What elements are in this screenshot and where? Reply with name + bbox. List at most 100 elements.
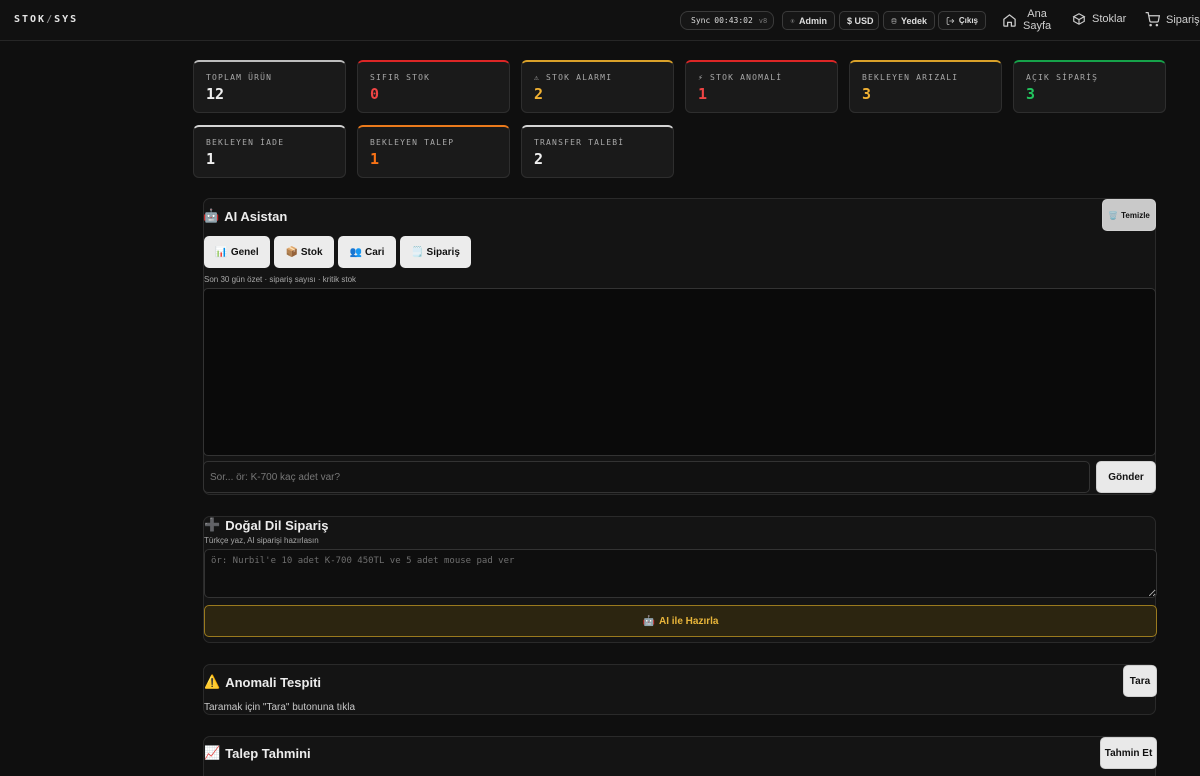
nav-home-label-line2: Sayfa [1023,20,1052,32]
stat-card-pending-faulty[interactable]: BEKLEYEN ARIZALI 3 [849,60,1002,113]
ai-assistant-title: 🤖 AI Asistan [203,208,287,224]
nav-home-label-line1: Ana [1027,8,1047,20]
trend-chart-icon: 📈 [204,745,221,760]
stat-value: 2 [534,150,544,168]
quick-orders-label: Sipariş [426,246,460,258]
stat-label: TRANSFER TALEBİ [534,138,625,147]
sync-version: v8 [758,16,768,25]
forecast-panel: 📈 Talep Tahmini Tahmin Et [203,736,1157,776]
anomaly-panel: ⚠️ Anomali Tespiti Tara Taramak için "Ta… [203,664,1157,715]
chart-icon: 📊 [215,246,228,258]
ask-input[interactable] [203,461,1090,493]
stat-card-zero-stock[interactable]: SIFIR STOK 0 [357,60,510,113]
quick-orders-button[interactable]: 🗒️ Sipariş [400,236,471,268]
forecast-title: 📈 Talep Tahmini [204,745,311,761]
clear-button[interactable]: 🗑️ Temizle [1102,199,1156,231]
quick-stock-button[interactable]: 📦 Stok [274,236,334,268]
backup-button[interactable]: Yedek [883,11,935,30]
stat-value: 0 [370,85,380,103]
stat-label: SIFIR STOK [370,73,431,82]
sync-label: Sync [691,16,711,25]
stat-card-open-orders[interactable]: AÇIK SİPARİŞ 3 [1013,60,1166,113]
cart-icon [1145,12,1160,27]
currency-button[interactable]: $ USD [839,11,879,30]
users-icon: 👥 [349,246,362,258]
package-icon: 📦 [285,246,298,258]
ai-assistant-panel: 🤖 AI Asistan 🗑️ Temizle 📊 Genel 📦 Stok 👥… [203,198,1156,495]
home-icon [1003,13,1016,27]
quick-stock-label: Stok [300,246,323,258]
nav-orders[interactable]: Sipariş [1145,12,1200,27]
ai-prepare-button[interactable]: 🤖 AI ile Hazırla [204,605,1157,637]
stat-value: 12 [206,85,225,103]
logout-icon [946,16,955,25]
anomaly-title-text: Anomali Tespiti [225,674,322,690]
stat-card-stock-anomaly[interactable]: ⚡ STOK ANOMALİ 1 [685,60,838,113]
stat-value: 2 [534,85,544,103]
app-logo[interactable]: STOK/SYS [14,14,78,25]
send-label: Gönder [1108,471,1144,483]
nav-orders-label: Sipariş [1166,13,1200,26]
nav-stocks[interactable]: Stoklar [1072,12,1126,26]
clear-label: Temizle [1121,210,1150,220]
quick-accounts-button[interactable]: 👥 Cari [338,236,396,268]
backup-label: Yedek [900,15,927,26]
send-button[interactable]: Gönder [1096,461,1156,493]
nl-order-title-text: Doğal Dil Sipariş [225,517,329,533]
database-icon [891,17,897,24]
gear-icon [790,18,795,23]
stat-label: BEKLEYEN TALEP [370,138,455,147]
quick-general-label: Genel [230,246,259,258]
top-bar: STOK/SYS Sync 00:43:02 v8 Admin $ USD Ye… [0,0,1200,41]
stat-card-pending-requests[interactable]: BEKLEYEN TALEP 1 [357,125,510,178]
stat-card-stock-alarm[interactable]: ⚠ STOK ALARMI 2 [521,60,674,113]
nl-order-panel: ➕ Doğal Dil Sipariş Türkçe yaz, AI sipar… [203,516,1157,643]
quick-accounts-label: Cari [365,246,385,258]
nl-order-subtitle: Türkçe yaz, AI siparişi hazırlasın [204,536,319,545]
forecast-button[interactable]: Tahmin Et [1100,737,1157,769]
nav-home[interactable]: Ana Sayfa [1002,8,1051,32]
quick-general-button[interactable]: 📊 Genel [204,236,270,268]
scan-label: Tara [1129,675,1151,687]
stat-label: ⚡ STOK ANOMALİ [698,73,783,82]
stat-value: 3 [1026,85,1036,103]
logout-button[interactable]: Çıkış [938,11,986,30]
stat-label: AÇIK SİPARİŞ [1026,73,1099,82]
plus-icon: ➕ [204,517,221,532]
ai-prepare-label: AI ile Hazırla [658,615,719,627]
admin-label: Admin [799,15,827,26]
nl-order-title: ➕ Doğal Dil Sipariş [204,517,329,533]
stat-label: BEKLEYEN İADE [206,138,285,147]
robot-icon: 🤖 [642,615,655,627]
admin-button[interactable]: Admin [782,11,835,30]
forecast-title-text: Talep Tahmini [225,745,311,761]
sync-time: 00:43:02 [714,16,753,25]
logo-separator: / [46,14,55,25]
logo-right: SYS [54,14,79,25]
stat-label: BEKLEYEN ARIZALI [862,73,959,82]
anomaly-title: ⚠️ Anomali Tespiti [204,674,321,690]
stat-value: 1 [698,85,708,103]
nl-order-input[interactable] [204,549,1157,598]
stat-label: TOPLAM ÜRÜN [206,73,273,82]
currency-label: $ USD [847,15,874,26]
chat-output-area[interactable] [203,288,1156,456]
stat-value: 3 [862,85,872,103]
stat-card-pending-returns[interactable]: BEKLEYEN İADE 1 [193,125,346,178]
stat-label: ⚠ STOK ALARMI [534,73,613,82]
anomaly-message: Taramak için "Tara" butonuna tıkla [204,702,356,713]
stat-card-total-products[interactable]: TOPLAM ÜRÜN 12 [193,60,346,113]
stat-card-transfer-requests[interactable]: TRANSFER TALEBİ 2 [521,125,674,178]
sync-status[interactable]: Sync 00:43:02 v8 [680,11,774,30]
scan-button[interactable]: Tara [1123,665,1157,697]
nav-home-label: Ana Sayfa [1023,8,1051,32]
logout-label: Çıkış [958,16,978,25]
trash-icon: 🗑️ [1108,210,1119,220]
logo-left: STOK [14,14,47,25]
ai-assistant-title-text: AI Asistan [224,208,288,224]
stat-value: 1 [370,150,380,168]
ai-assistant-hint: Son 30 gün özet · sipariş sayısı · kriti… [204,275,357,284]
notepad-icon: 🗒️ [411,246,424,258]
stat-value: 1 [206,150,216,168]
forecast-label: Tahmin Et [1104,747,1153,759]
